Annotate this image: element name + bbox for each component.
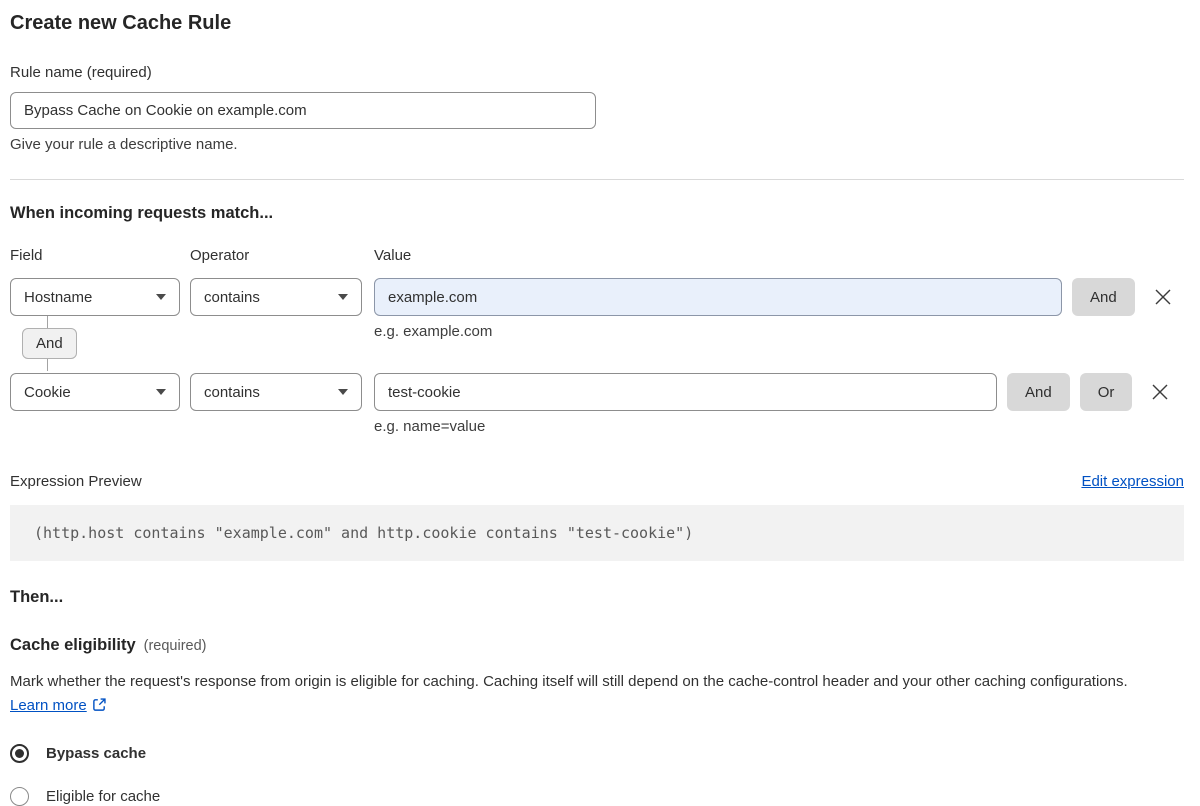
- learn-more-link[interactable]: Learn more: [10, 697, 87, 714]
- condition-connector: And: [10, 316, 77, 371]
- row-2-footer: e.g. name=value: [10, 411, 1184, 435]
- then-heading: Then...: [10, 588, 64, 606]
- expression-header: Expression Preview Edit expression: [10, 473, 1184, 490]
- condition-column-labels: Field Operator Value: [10, 247, 1184, 264]
- connector-line-top: [47, 316, 48, 328]
- operator-select-1[interactable]: contains: [190, 278, 362, 316]
- value-input-2[interactable]: [374, 373, 997, 411]
- rule-name-label: Rule name (required): [10, 64, 152, 81]
- expression-code: (http.host contains "example.com" and ht…: [10, 505, 1184, 561]
- bypass-cache-option[interactable]: Bypass cache: [10, 744, 1184, 763]
- field-select-1[interactable]: Hostname: [10, 278, 180, 316]
- cache-eligibility-description: Mark whether the request's response from…: [10, 670, 1170, 720]
- external-link-icon: [92, 696, 107, 720]
- value-hint-2: e.g. name=value: [374, 418, 486, 435]
- remove-condition-button-1[interactable]: [1152, 278, 1174, 316]
- dropdown-caret-icon: [338, 294, 348, 300]
- rule-name-input[interactable]: [10, 92, 596, 129]
- value-input-1[interactable]: [374, 278, 1062, 316]
- connector-and-button[interactable]: And: [22, 328, 77, 359]
- field-select-1-value: Hostname: [24, 288, 93, 306]
- cache-eligibility-heading-row: Cache eligibility (required): [10, 636, 1184, 655]
- operator-select-2-value: contains: [204, 383, 260, 401]
- close-icon: [1155, 289, 1171, 305]
- condition-row-2: Cookie contains And Or: [10, 373, 1184, 411]
- eligible-for-cache-label: Eligible for cache: [46, 788, 161, 805]
- operator-select-1-value: contains: [204, 288, 260, 306]
- close-icon: [1152, 384, 1168, 400]
- create-cache-rule-form: Create new Cache Rule Rule name (require…: [0, 0, 1200, 806]
- dropdown-caret-icon: [156, 389, 166, 395]
- bypass-cache-label: Bypass cache: [46, 745, 147, 762]
- field-column-label: Field: [10, 247, 43, 264]
- value-hint-1: e.g. example.com: [374, 323, 493, 340]
- section-divider: [10, 179, 1184, 180]
- cache-eligibility-heading: Cache eligibility: [10, 636, 136, 654]
- radio-selected-icon[interactable]: [10, 744, 29, 763]
- required-note: (required): [143, 638, 207, 654]
- add-and-condition-button-2[interactable]: And: [1007, 373, 1070, 411]
- add-and-condition-button-1[interactable]: And: [1072, 278, 1135, 316]
- row-1-footer: e.g. example.com And: [10, 316, 1184, 373]
- eligible-for-cache-option[interactable]: Eligible for cache: [10, 787, 1184, 806]
- cache-eligibility-options: Bypass cache Eligible for cache: [10, 744, 1184, 806]
- operator-select-2[interactable]: contains: [190, 373, 362, 411]
- field-select-2[interactable]: Cookie: [10, 373, 180, 411]
- page-title: Create new Cache Rule: [10, 12, 232, 34]
- edit-expression-link[interactable]: Edit expression: [1081, 473, 1184, 490]
- add-or-condition-button-2[interactable]: Or: [1079, 373, 1133, 411]
- value-column-label: Value: [374, 247, 412, 264]
- rule-name-helper: Give your rule a descriptive name.: [10, 136, 238, 153]
- dropdown-caret-icon: [156, 294, 166, 300]
- radio-unselected-icon[interactable]: [10, 787, 29, 806]
- dropdown-caret-icon: [338, 389, 348, 395]
- description-text: Mark whether the request's response from…: [10, 673, 1128, 690]
- condition-row-1: Hostname contains And: [10, 278, 1184, 316]
- field-select-2-value: Cookie: [24, 383, 71, 401]
- match-heading: When incoming requests match...: [10, 204, 274, 222]
- expression-preview-label: Expression Preview: [10, 473, 142, 490]
- remove-condition-button-2[interactable]: [1149, 373, 1171, 411]
- connector-line-bottom: [47, 359, 48, 371]
- operator-column-label: Operator: [190, 247, 250, 264]
